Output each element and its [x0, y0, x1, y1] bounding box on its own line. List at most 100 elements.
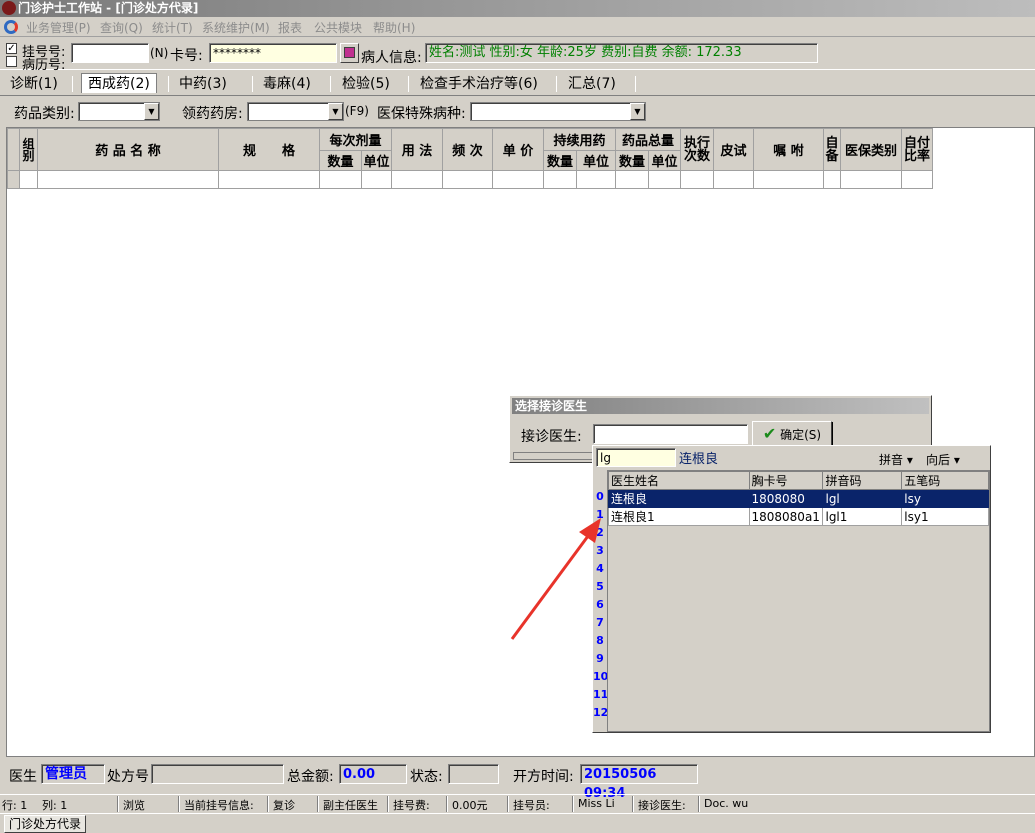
reg-no-input[interactable] — [71, 43, 149, 63]
menu-business[interactable]: 业务管理(P) — [26, 19, 91, 36]
title-bar: 门诊护士工作站 - [门诊处方代录] — [0, 0, 1035, 17]
doctor-lookup-popup: lg 连根良 拼音 ▾ 向后 ▾ 012 345 678 9 10 11 12 医生… — [592, 445, 991, 733]
n-shortcut-label: (N) — [150, 46, 169, 60]
card-no-input[interactable]: ******** — [209, 43, 337, 63]
menu-bar: 业务管理(P) 查询(Q) 统计(T) 系统维护(M) 报表 公共模块 帮助(H… — [0, 17, 1035, 37]
window-title: 门诊护士工作站 - [门诊处方代录] — [18, 1, 199, 15]
col-dose-unit[interactable]: 单位 — [361, 150, 392, 171]
status-registrar-label: 挂号员: — [513, 799, 550, 812]
tab-summary[interactable]: 汇总(7) — [562, 74, 622, 94]
col-doctor-name[interactable]: 医生姓名 — [608, 471, 750, 490]
status-attending-value: Doc. wu — [704, 797, 749, 810]
col-group[interactable]: 组别 — [19, 128, 38, 171]
state-field — [448, 764, 499, 784]
col-continuous-unit[interactable]: 单位 — [576, 150, 616, 171]
dialog-scrollbar[interactable] — [513, 452, 593, 460]
col-card-no[interactable]: 胸卡号 — [748, 471, 824, 490]
status-row: 行: 1 — [2, 799, 28, 812]
col-self-ratio[interactable]: 自付比率 — [901, 128, 933, 171]
menu-statistics[interactable]: 统计(T) — [152, 19, 193, 36]
col-spec[interactable]: 规 格 — [218, 128, 320, 171]
task-rx-entry[interactable]: 门诊处方代录 — [4, 815, 87, 833]
doctor-label: 医生 — [9, 769, 37, 785]
tab-exam-surgery[interactable]: 检查手术治疗等(6) — [414, 74, 544, 94]
prescribe-time-label: 开方时间: — [513, 769, 574, 785]
col-continuous-qty[interactable]: 数量 — [543, 150, 577, 171]
tab-chinese-medicine[interactable]: 中药(3) — [173, 74, 233, 94]
col-exec-times[interactable]: 执行次数 — [680, 128, 714, 171]
col-total[interactable]: 药品总量 — [615, 128, 681, 151]
pinyin-dropdown[interactable]: 拼音 ▾ — [879, 451, 913, 468]
tab-narcotics[interactable]: 毒麻(4) — [257, 74, 317, 94]
rx-no-field — [151, 764, 284, 784]
list-item[interactable]: 连根良1 1808080a1 lgl1 lsy1 — [608, 507, 989, 526]
status-mode: 浏览 — [123, 799, 145, 812]
annotation-arrow-icon — [510, 518, 601, 640]
tab-lab-tests[interactable]: 检验(5) — [336, 74, 396, 94]
chevron-down-icon: ▼ — [144, 103, 159, 120]
status-registrar-value: Miss Li — [578, 797, 615, 810]
table-row[interactable] — [7, 170, 933, 189]
menu-query[interactable]: 查询(Q) — [100, 19, 143, 36]
col-drug-name[interactable]: 药 品 名 称 — [37, 128, 219, 171]
patient-info-display: 姓名:测试 性别:女 年龄:25岁 费别:自费 余额: 172.33 — [425, 43, 818, 63]
insurance-disease-select[interactable]: ▼ — [470, 102, 646, 121]
list-item[interactable]: 连根良 1808080 lgl lsy — [608, 489, 989, 508]
tab-diagnosis[interactable]: 诊断(1) — [4, 74, 64, 94]
status-doctor-title: 副主任医生 — [323, 799, 378, 812]
status-bar: 行: 1 列: 1 浏览 当前挂号信息: 复诊 副主任医生 挂号费: 0.00元… — [0, 794, 1035, 812]
doctor-list[interactable]: 医生姓名 胸卡号 拼音码 五笔码 连根良 1808080 lgl lsy 连根良1 1… — [607, 470, 990, 732]
rx-no-label: 处方号 — [107, 769, 149, 785]
col-frequency[interactable]: 频 次 — [442, 128, 493, 171]
doctor-value: 管理员 — [45, 766, 87, 782]
lookup-match-text: 连根良 — [679, 452, 719, 467]
lookup-search-input[interactable]: lg — [596, 448, 676, 467]
confirm-button[interactable]: ✔ 确定(S) — [752, 421, 832, 446]
confirm-button-label: 确定(S) — [780, 428, 822, 442]
direction-dropdown[interactable]: 向后 ▾ — [926, 451, 960, 468]
window-taskbar: 门诊处方代录 — [0, 813, 1035, 833]
check-icon: ✔ — [762, 424, 777, 443]
menu-reports[interactable]: 报表 — [278, 19, 302, 36]
drug-category-select[interactable]: ▼ — [78, 102, 160, 121]
col-total-qty[interactable]: 数量 — [615, 150, 649, 171]
col-skin-test[interactable]: 皮试 — [713, 128, 754, 171]
pharmacy-label: 领药药房: — [182, 106, 243, 122]
total-amount-label: 总金额: — [287, 769, 334, 785]
record-no-label: 病历号: — [22, 58, 66, 73]
menu-logo-icon — [4, 20, 18, 34]
doctor-input[interactable] — [593, 424, 748, 444]
drug-category-label: 药品类别: — [14, 106, 75, 122]
col-dose-qty[interactable]: 数量 — [319, 150, 362, 171]
insurance-disease-label: 医保特殊病种: — [377, 106, 466, 122]
card-reader-icon — [344, 47, 355, 58]
col-wubi[interactable]: 五笔码 — [901, 471, 989, 490]
card-no-label: 卡号: — [170, 48, 203, 64]
chevron-down-icon: ▼ — [328, 103, 343, 120]
tab-western-medicine[interactable]: 西成药(2) — [81, 73, 157, 93]
pharmacy-select[interactable]: ▼ — [247, 102, 344, 121]
record-no-checkbox[interactable] — [6, 56, 17, 67]
col-insurance-type[interactable]: 医保类别 — [840, 128, 902, 171]
menu-maintenance[interactable]: 系统维护(M) — [202, 19, 270, 36]
col-self-supply[interactable]: 自备 — [823, 128, 841, 171]
col-continuous[interactable]: 持续用药 — [543, 128, 616, 151]
col-unit-price[interactable]: 单 价 — [492, 128, 544, 171]
col-total-unit[interactable]: 单位 — [648, 150, 681, 171]
doctor-field-label: 接诊医生: — [521, 429, 582, 445]
row-selector[interactable] — [7, 170, 20, 189]
col-pinyin[interactable]: 拼音码 — [822, 471, 903, 490]
col-advice[interactable]: 嘱 咐 — [753, 128, 824, 171]
category-tabs: 诊断(1) 西成药(2) 中药(3) 毒麻(4) 检验(5) 检查手术治疗等(6… — [0, 72, 1035, 96]
card-reader-button[interactable] — [340, 43, 359, 63]
menu-public[interactable]: 公共模块 — [314, 19, 362, 36]
menu-help[interactable]: 帮助(H) — [373, 19, 415, 36]
status-attending-label: 接诊医生: — [638, 799, 686, 812]
col-dose[interactable]: 每次剂量 — [319, 128, 392, 151]
col-usage[interactable]: 用 法 — [391, 128, 443, 171]
reg-no-checkbox[interactable]: ✓ — [6, 43, 17, 54]
status-fee-label: 挂号费: — [393, 799, 430, 812]
prescription-table: 组别 药 品 名 称 规 格 每次剂量 用 法 频 次 单 价 持续用药 药品总… — [7, 128, 933, 189]
dialog-title: 选择接诊医生 — [512, 398, 929, 414]
status-reg-info-label: 当前挂号信息: — [184, 799, 254, 812]
